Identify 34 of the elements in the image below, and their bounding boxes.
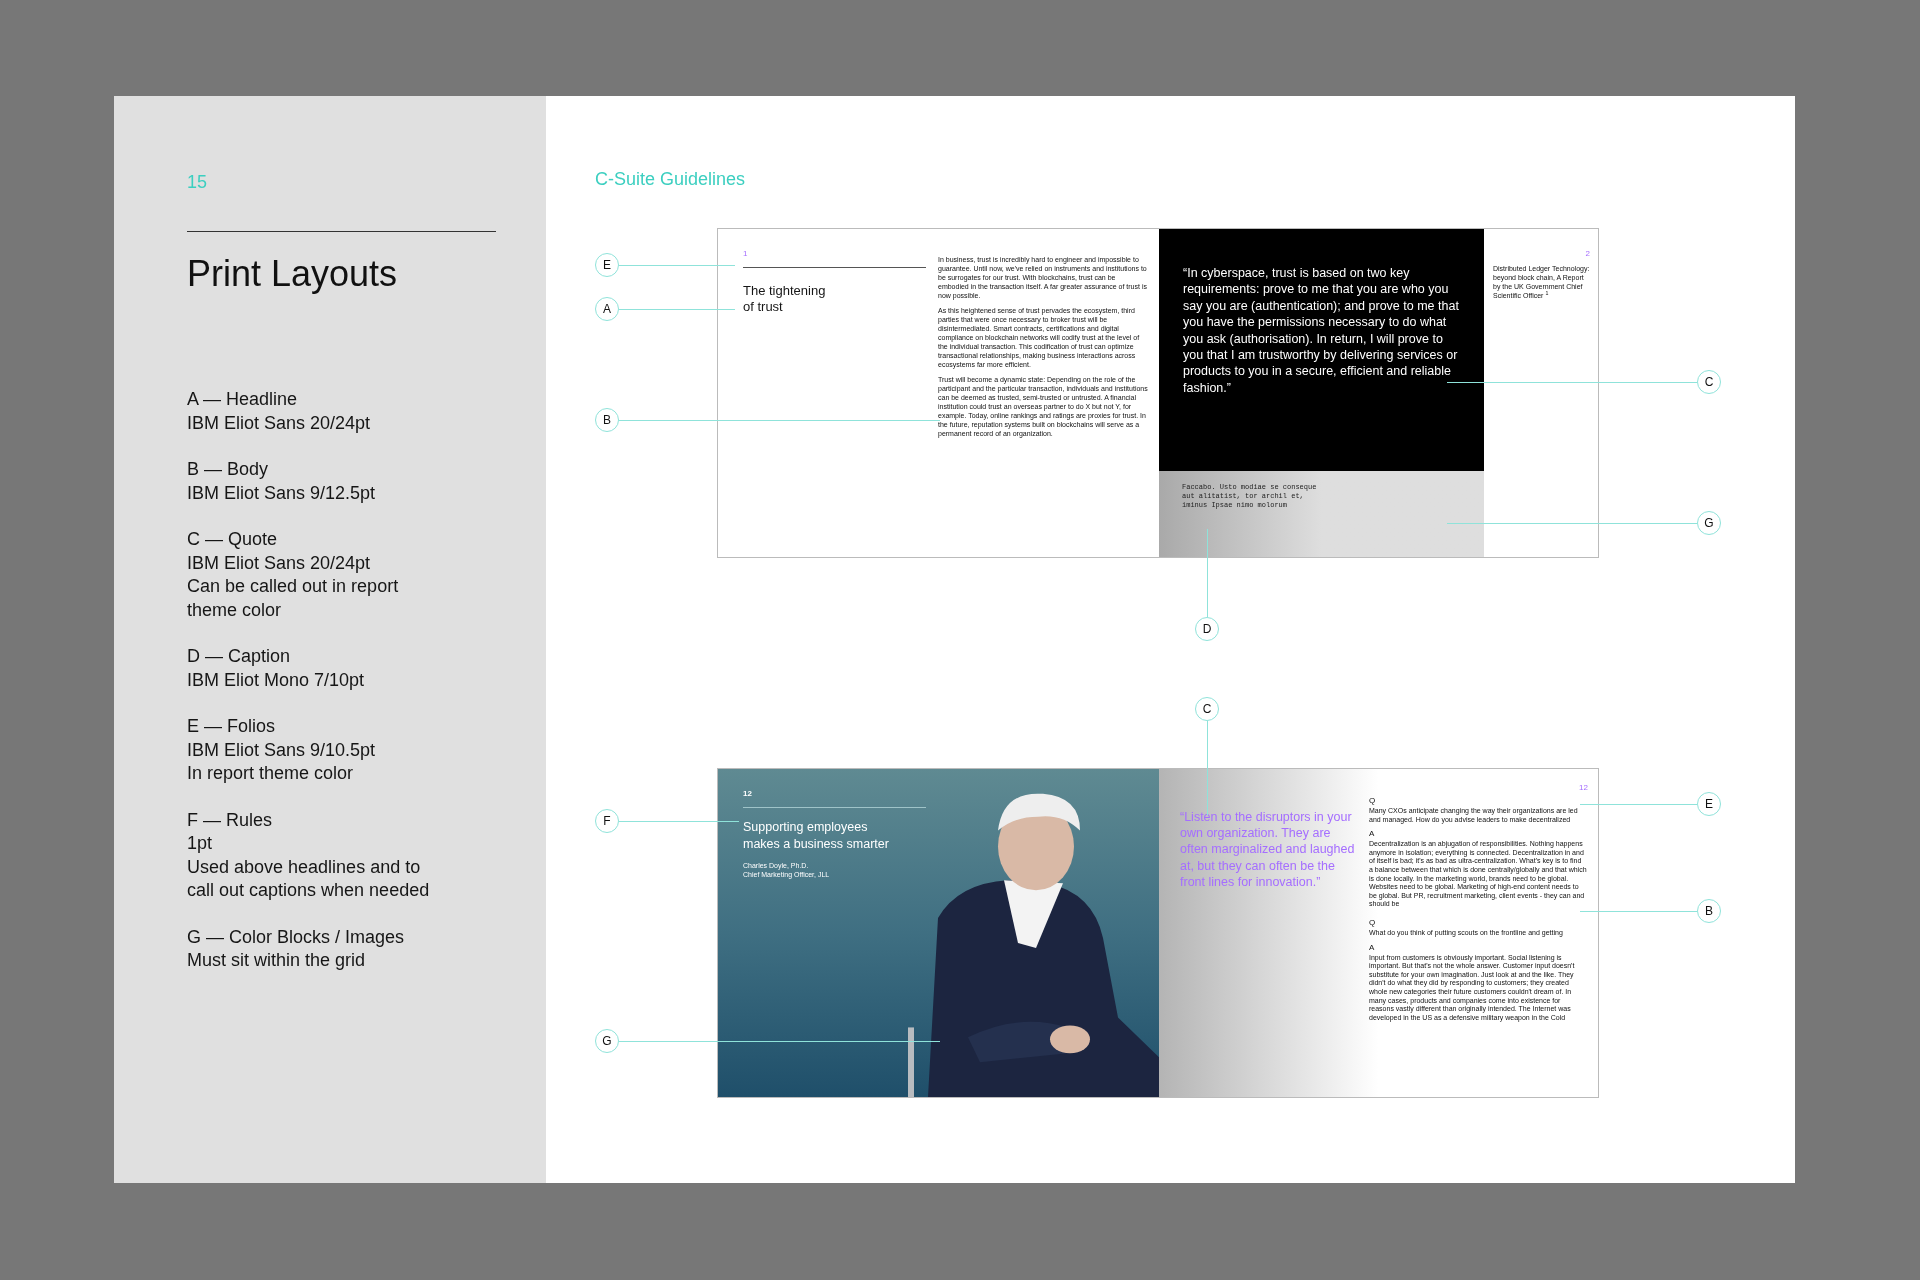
- spec-text: Used above headlines and to call out captions when needed: [187, 855, 431, 902]
- pull-quote: “In cyberspace, trust is based on two key requirements: prove to me that you are who you say you are (authentication); and prove to me that you have the permissions necessary to do what you ask (authorisation). In return, I will prove to you that I am trustworthy by delivering services or products to you in a secure, efficient and reliable fashion.”: [1183, 265, 1460, 397]
- spec-text: IBM Eliot Sans 20/24pt: [187, 411, 372, 435]
- spec-text: D — Caption: [187, 645, 292, 668]
- folio: 12: [743, 789, 753, 798]
- spec-text: E — Folios: [187, 715, 277, 738]
- headline: Supporting employees: [743, 819, 869, 836]
- headline: The tightening: [743, 283, 827, 299]
- spec-text: Must sit within the grid: [187, 949, 367, 972]
- headline: of trust: [743, 299, 784, 315]
- section-title: C-Suite Guidelines: [595, 168, 747, 191]
- spec-text: In report theme color: [187, 762, 355, 785]
- spec-text: Can be called out in report theme color: [187, 575, 400, 622]
- spec-text: F — Rules: [187, 808, 274, 832]
- spec-text: IBM Eliot Sans 20/24pt: [187, 551, 372, 575]
- headline: makes a business smarter: [743, 835, 890, 852]
- spec-text: 1pt: [187, 832, 214, 855]
- spec-text: IBM Eliot Sans 9/10.5pt: [187, 738, 377, 762]
- folio: 1: [743, 249, 749, 258]
- spec-text: IBM Eliot Sans 9/12.5pt: [187, 481, 377, 505]
- spec-text: C — Quote: [187, 528, 279, 551]
- interview-marker: A: [1369, 942, 1376, 953]
- interview-marker: A: [1369, 829, 1376, 840]
- interview-marker: Q: [1369, 917, 1377, 928]
- spec-text: G — Color Blocks / Images: [187, 925, 406, 949]
- spec-text: B — Body: [187, 458, 270, 481]
- page-title: Print Layouts: [187, 252, 399, 296]
- interview-marker: Q: [1369, 796, 1377, 806]
- pull-quote: “Listen to the disruptors in your own organization. They are often marginalized and laughed at, but they can often be the front lines for innovation.”: [1180, 809, 1356, 890]
- spec-text: A — Headline: [187, 388, 299, 411]
- page-number: 15: [187, 171, 209, 194]
- folio: 12: [1579, 783, 1588, 792]
- folio: 2: [1585, 249, 1590, 258]
- spec-text: IBM Eliot Mono 7/10pt: [187, 668, 366, 692]
